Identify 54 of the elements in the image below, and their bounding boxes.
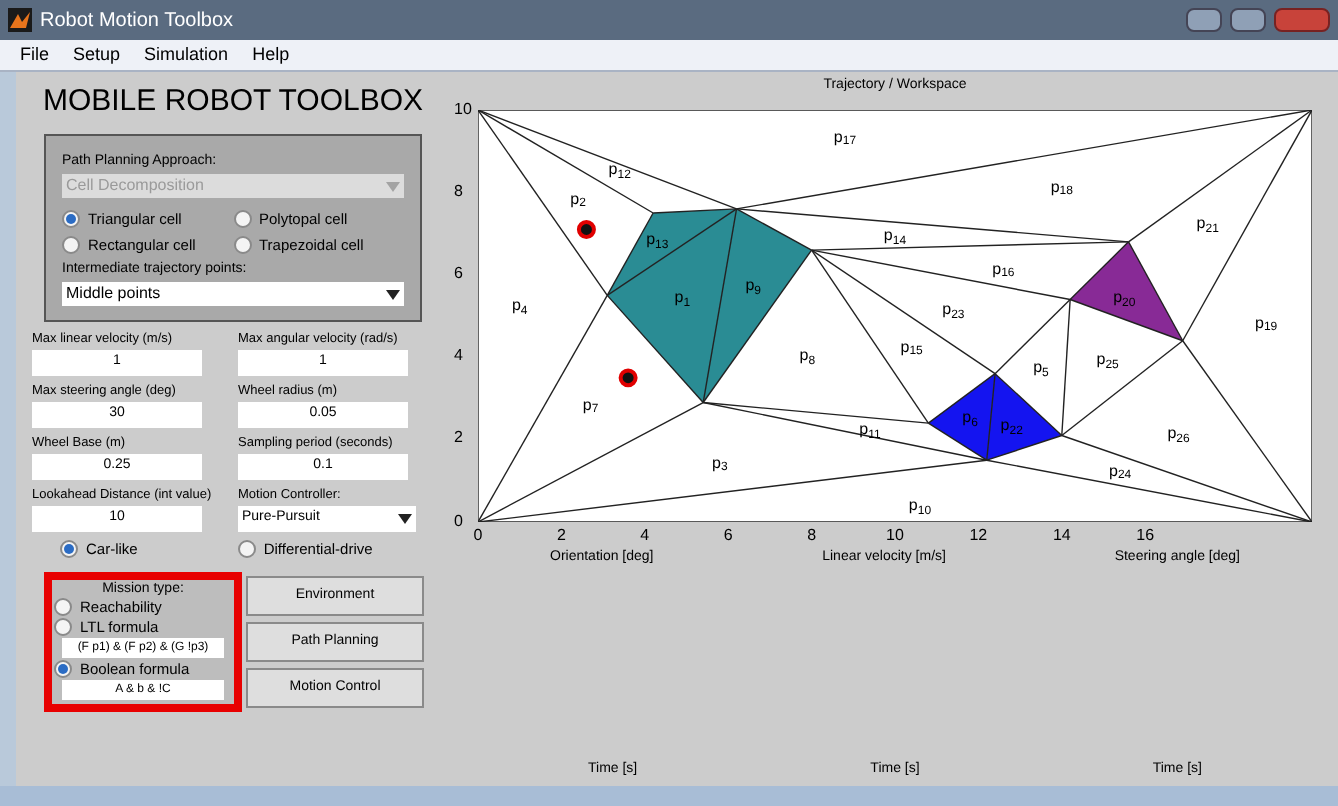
menu-item[interactable]: Help <box>252 41 290 69</box>
region-label: p$_{23}$ <box>942 302 965 319</box>
region-label: p$_{4}$ <box>511 298 528 315</box>
x-tick-label: 12 <box>969 527 988 543</box>
menu-item[interactable]: File <box>20 41 50 69</box>
region-label: p$_{22}$ <box>1000 418 1023 435</box>
region-label: p$_{24}$ <box>1109 463 1132 480</box>
app-heading: MOBILE ROBOT TOOLBOX <box>42 84 424 118</box>
caret-icon <box>398 514 412 524</box>
y-tick-label: 8 <box>454 183 463 200</box>
region-label: p$_{19}$ <box>1255 315 1278 332</box>
region-label: p$_{21}$ <box>1196 216 1219 233</box>
region-label: p$_{20}$ <box>1113 290 1136 307</box>
region-label: p$_{16}$ <box>992 261 1015 278</box>
region-label: p$_{17}$ <box>833 129 857 146</box>
region-label: p$_{14}$ <box>883 228 907 245</box>
region-label: p$_{1}$ <box>674 290 691 307</box>
y-tick-label: 4 <box>454 348 463 365</box>
x-tick-label: 4 <box>640 527 650 543</box>
x-tick-label: 10 <box>886 527 904 543</box>
region-label: p$_{8}$ <box>799 348 816 365</box>
x-tick-label: 6 <box>723 527 733 543</box>
y-tick-label: 0 <box>454 513 463 529</box>
menu-item[interactable]: Setup <box>73 41 121 69</box>
y-tick-label: 6 <box>454 265 463 282</box>
region-label: p$_{9}$ <box>745 278 761 295</box>
menu-item[interactable]: Simulation <box>144 41 229 69</box>
region-label: p$_{15}$ <box>900 339 923 356</box>
region-label: p$_{26}$ <box>1167 426 1190 443</box>
x-tick-label: 16 <box>1136 527 1155 543</box>
region-label: p$_{7}$ <box>582 397 599 414</box>
y-tick-label: 2 <box>454 430 463 447</box>
caret-icon <box>386 181 400 191</box>
region-label: p$_{5}$ <box>1033 360 1049 377</box>
maximize-button[interactable] <box>1230 8 1266 32</box>
app-logo-icon <box>8 8 32 32</box>
region-label: p$_{3}$ <box>712 455 728 472</box>
region-label: p$_{13}$ <box>646 232 669 249</box>
region-label: p$_{2}$ <box>570 191 586 208</box>
region-label: p$_{12}$ <box>608 162 631 179</box>
window-title: Robot Motion Toolbox <box>40 7 234 35</box>
x-tick-label: 8 <box>807 527 817 543</box>
minimize-button[interactable] <box>1186 8 1222 32</box>
x-tick-label: 0 <box>473 527 483 543</box>
trajectory-points-dropdown[interactable]: Middle points <box>62 282 404 306</box>
caret-icon <box>386 289 400 299</box>
close-button[interactable] <box>1274 8 1330 32</box>
region-label: p$_{6}$ <box>962 410 978 426</box>
region-label: p$_{10}$ <box>908 498 932 515</box>
y-tick-label: 10 <box>454 101 472 117</box>
region-label: p$_{18}$ <box>1050 179 1073 196</box>
x-tick-label: 14 <box>1052 527 1071 543</box>
region-label: p$_{25}$ <box>1096 352 1119 369</box>
x-tick-label: 2 <box>556 527 566 543</box>
